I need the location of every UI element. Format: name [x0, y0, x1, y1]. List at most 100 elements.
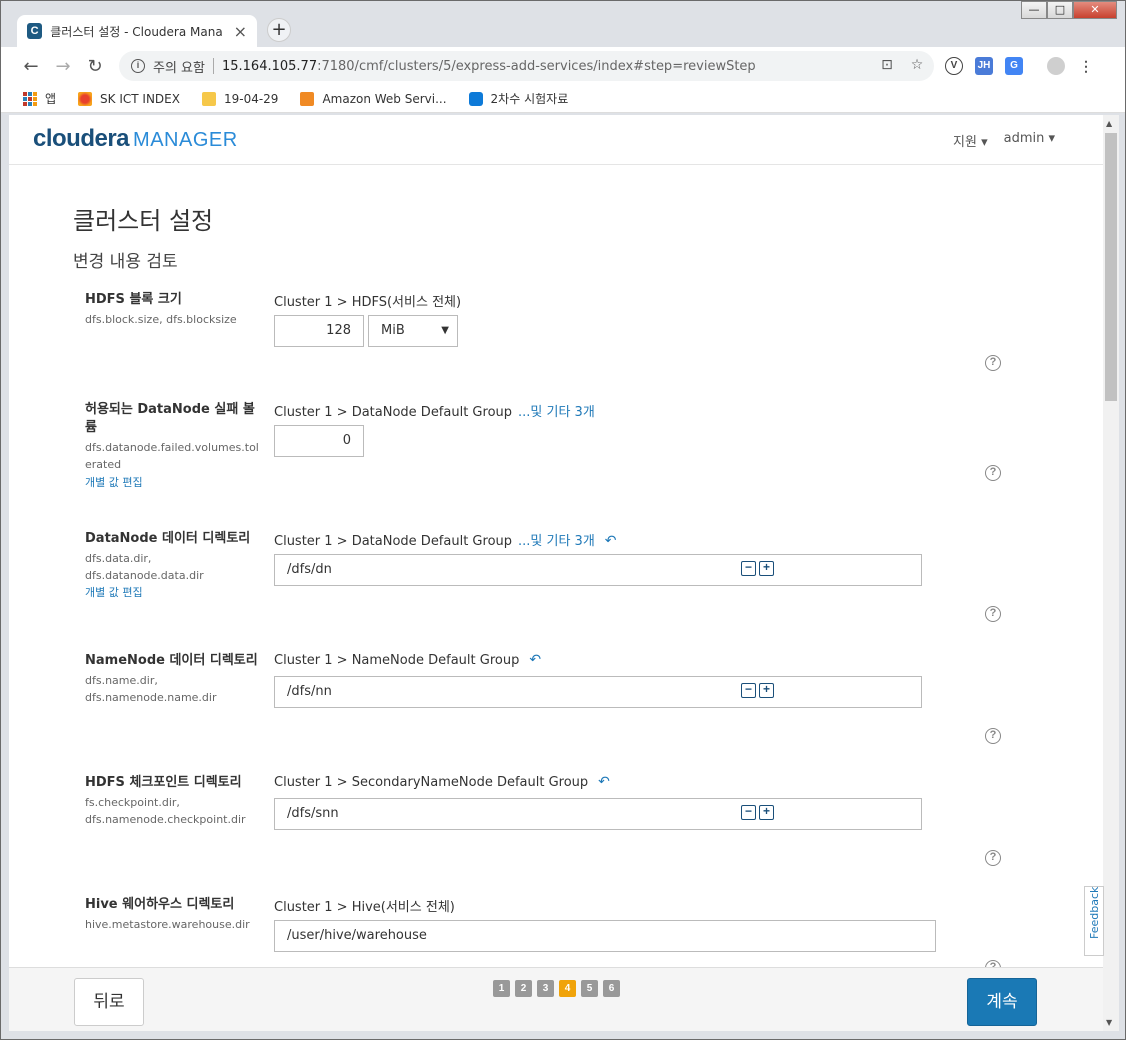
tab-strip: C 클러스터 설정 - Cloudera Mana × + — □ ✕	[1, 1, 1125, 47]
google-translate-extension-icon[interactable]: G	[1005, 57, 1023, 75]
page-subtitle: 변경 내용 검토	[73, 252, 178, 272]
browser-tab[interactable]: C 클러스터 설정 - Cloudera Mana ×	[17, 15, 257, 47]
scrollbar-thumb[interactable]	[1105, 133, 1117, 401]
window-controls: — □ ✕	[1021, 1, 1117, 19]
back-arrow-icon[interactable]: ←	[15, 50, 47, 82]
vivaldi-extension-icon[interactable]: V	[945, 57, 963, 75]
checkpoint-dir-input[interactable]: /dfs/snn	[274, 798, 922, 830]
bookmark-aws[interactable]: Amazon Web Servi...	[300, 91, 447, 106]
scroll-up-arrow-icon[interactable]: ▲	[1106, 119, 1112, 128]
add-icon[interactable]: +	[759, 561, 774, 576]
browser-toolbar: ← → ↻ i 주의 요함 15.164.105.77 :7180/cmf/cl…	[1, 47, 1125, 85]
hive-warehouse-dir-input[interactable]: /user/hive/warehouse	[274, 920, 936, 952]
bookmark-star-icon[interactable]: ☆	[908, 56, 926, 74]
url-path: :7180/cmf/clusters/5/express-add-service…	[317, 58, 756, 74]
maximize-button[interactable]: □	[1047, 1, 1073, 19]
menu-dots-icon[interactable]: ⋮	[1077, 57, 1095, 75]
extension-bar: V JH G ⋮	[945, 57, 1095, 75]
failed-volumes-input[interactable]: 0	[274, 425, 364, 457]
add-remove-controls: − +	[741, 561, 774, 576]
sk-icon	[78, 91, 93, 106]
folder-icon	[201, 91, 216, 106]
property-key: fs.checkpoint.dir, dfs.namenode.checkpoi…	[85, 796, 246, 826]
help-icon[interactable]: ?	[985, 606, 1001, 622]
cloudera-favicon-icon: C	[27, 23, 43, 39]
apps-icon	[23, 91, 37, 106]
add-icon[interactable]: +	[759, 683, 774, 698]
new-tab-button[interactable]: +	[267, 18, 291, 42]
block-size-input[interactable]: 128	[274, 315, 364, 347]
more-groups-link[interactable]: ...및 기타 3개	[518, 534, 595, 549]
minimize-button[interactable]: —	[1021, 1, 1047, 19]
step-2[interactable]: 2	[515, 980, 532, 997]
wizard-steps: 1 2 3 4 5 6	[493, 980, 620, 997]
bookmark-label: 앱	[45, 92, 57, 106]
address-bar[interactable]: i 주의 요함 15.164.105.77 :7180/cmf/clusters…	[119, 51, 934, 81]
help-icon[interactable]: ?	[985, 355, 1001, 371]
help-icon[interactable]: ?	[985, 850, 1001, 866]
bookmark-label: 2차수 시험자료	[490, 92, 569, 106]
tab-close-icon[interactable]: ×	[234, 22, 247, 41]
help-icon[interactable]: ?	[985, 728, 1001, 744]
property-key: dfs.datanode.failed.volumes.tolerated	[85, 441, 259, 471]
property-scope: Cluster 1 > HDFS(서비스 전체)	[274, 295, 462, 310]
scroll-down-arrow-icon[interactable]: ▼	[1106, 1018, 1112, 1027]
bookmark-folder[interactable]: 19-04-29	[201, 91, 278, 106]
undo-icon[interactable]: ↶	[605, 533, 617, 549]
remove-icon[interactable]: −	[741, 805, 756, 820]
close-window-button[interactable]: ✕	[1073, 1, 1117, 19]
reload-icon[interactable]: ↻	[79, 50, 111, 82]
tab-title: 클러스터 설정 - Cloudera Mana	[50, 24, 223, 39]
remove-icon[interactable]: −	[741, 561, 756, 576]
help-icon[interactable]: ?	[985, 465, 1001, 481]
bookmark-label: Amazon Web Servi...	[322, 91, 447, 106]
datanode-data-dir-input[interactable]: /dfs/dn	[274, 554, 922, 586]
property-row: DataNode 데이터 디렉토리 dfs.data.dir, dfs.data…	[85, 530, 1025, 640]
undo-icon[interactable]: ↶	[529, 652, 541, 668]
add-icon[interactable]: +	[759, 805, 774, 820]
property-key: dfs.data.dir, dfs.datanode.data.dir	[85, 552, 204, 582]
continue-button[interactable]: 계속	[967, 978, 1037, 1026]
url-host: 15.164.105.77	[221, 58, 318, 74]
step-3[interactable]: 3	[537, 980, 554, 997]
browser-window: C 클러스터 설정 - Cloudera Mana × + — □ ✕ ← → …	[0, 0, 1126, 1040]
property-row: HDFS 블록 크기 dfs.block.size, dfs.blocksize…	[85, 291, 1025, 381]
remove-icon[interactable]: −	[741, 683, 756, 698]
cloudera-logo[interactable]: cloudera MANAGER	[33, 125, 238, 153]
step-6[interactable]: 6	[603, 980, 620, 997]
profile-avatar-icon[interactable]	[1047, 57, 1065, 75]
undo-icon[interactable]: ↶	[598, 774, 610, 790]
info-icon[interactable]: i	[131, 59, 145, 73]
page-scrollbar[interactable]: ▲ ▼	[1103, 115, 1119, 1031]
bookmark-sk-ict[interactable]: SK ICT INDEX	[78, 91, 180, 106]
bookmark-apps[interactable]: 앱	[23, 90, 56, 107]
jh-extension-icon[interactable]: JH	[975, 57, 993, 75]
feedback-tab[interactable]: Feedback	[1084, 886, 1104, 956]
bookmark-exam[interactable]: 2차수 시험자료	[468, 90, 569, 107]
edit-individual-values-link[interactable]: 개별 값 편집	[85, 474, 143, 490]
bookmarks-bar: 앱 SK ICT INDEX 19-04-29 Amazon Web Servi…	[1, 85, 1125, 113]
help-icon[interactable]: ?	[985, 960, 1001, 967]
forward-arrow-icon[interactable]: →	[47, 50, 79, 82]
property-scope: Cluster 1 > DataNode Default Group ...및 기…	[274, 533, 617, 549]
block-size-unit-select[interactable]: MiB ▼	[368, 315, 458, 347]
property-key: hive.metastore.warehouse.dir	[85, 918, 250, 931]
logo-manager-text: MANAGER	[133, 129, 238, 151]
back-button[interactable]: 뒤로	[74, 978, 144, 1026]
edit-individual-values-link[interactable]: 개별 값 편집	[85, 584, 143, 600]
step-1[interactable]: 1	[493, 980, 510, 997]
support-menu[interactable]: 지원 ▾	[953, 131, 988, 150]
add-remove-controls: − +	[741, 805, 774, 820]
nextcloud-icon	[468, 91, 483, 106]
security-label: 주의 요함	[153, 60, 205, 76]
translate-icon[interactable]: ⊡	[878, 56, 896, 74]
step-5[interactable]: 5	[581, 980, 598, 997]
more-groups-link[interactable]: ...및 기타 3개	[518, 405, 595, 420]
namenode-data-dir-input[interactable]: /dfs/nn	[274, 676, 922, 708]
step-4[interactable]: 4	[559, 980, 576, 997]
property-label: Hive 웨어하우스 디렉토리	[85, 897, 235, 912]
user-menu[interactable]: admin ▾	[1004, 131, 1055, 150]
property-row: HDFS 체크포인트 디렉토리 fs.checkpoint.dir, dfs.n…	[85, 774, 1025, 884]
logo-cloudera-text: cloudera	[33, 125, 130, 152]
property-label: HDFS 블록 크기	[85, 292, 182, 307]
